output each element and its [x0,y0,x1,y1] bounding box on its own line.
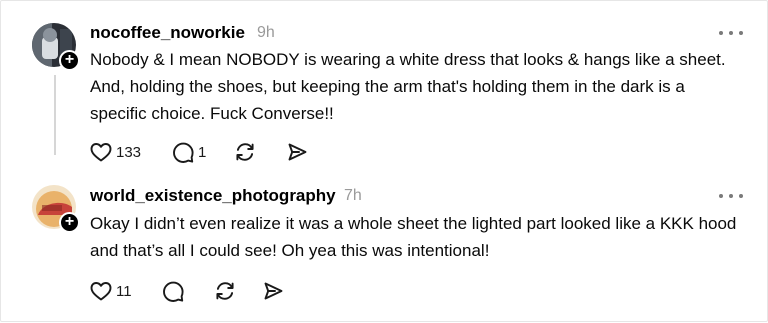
post-text: Okay I didn’t even realize it was a whol… [90,214,737,260]
more-icon[interactable] [719,28,743,38]
repost-button[interactable] [233,139,257,165]
comment-icon [173,142,194,163]
username[interactable]: world_existence_photography [90,186,336,206]
heart-icon [90,143,112,162]
share-button[interactable] [261,278,285,304]
avatar-container[interactable]: + [32,23,80,71]
repost-icon [236,143,254,161]
reply-post: + nocoffee_noworkie 9h Nobody & I mean N… [1,1,768,173]
timestamp[interactable]: 9h [257,24,275,42]
send-icon [288,143,307,161]
reply-button[interactable] [161,278,185,304]
username[interactable]: nocoffee_noworkie [90,23,245,43]
avatar-container[interactable]: + [32,185,80,233]
more-icon[interactable] [719,191,743,201]
reply-button[interactable]: 1 [171,139,206,165]
repost-icon [216,282,234,300]
like-count: 11 [116,282,132,300]
thread-line [54,75,56,155]
reply-count: 1 [198,143,207,161]
like-count: 133 [116,143,142,161]
comment-icon [163,281,184,302]
like-button[interactable]: 11 [89,278,132,304]
threads-conversation: + nocoffee_noworkie 9h Nobody & I mean N… [0,0,768,322]
send-icon [264,282,283,300]
timestamp[interactable]: 7h [344,187,362,205]
reply-post: + world_existence_photography 7h Okay I … [1,173,768,323]
repost-button[interactable] [213,278,237,304]
heart-icon [90,282,112,301]
like-button[interactable]: 133 [89,139,141,165]
post-text: Nobody & I mean NOBODY is wearing a whit… [90,50,726,123]
follow-plus-icon[interactable]: + [59,212,80,233]
follow-plus-icon[interactable]: + [59,50,80,71]
share-button[interactable] [285,139,309,165]
